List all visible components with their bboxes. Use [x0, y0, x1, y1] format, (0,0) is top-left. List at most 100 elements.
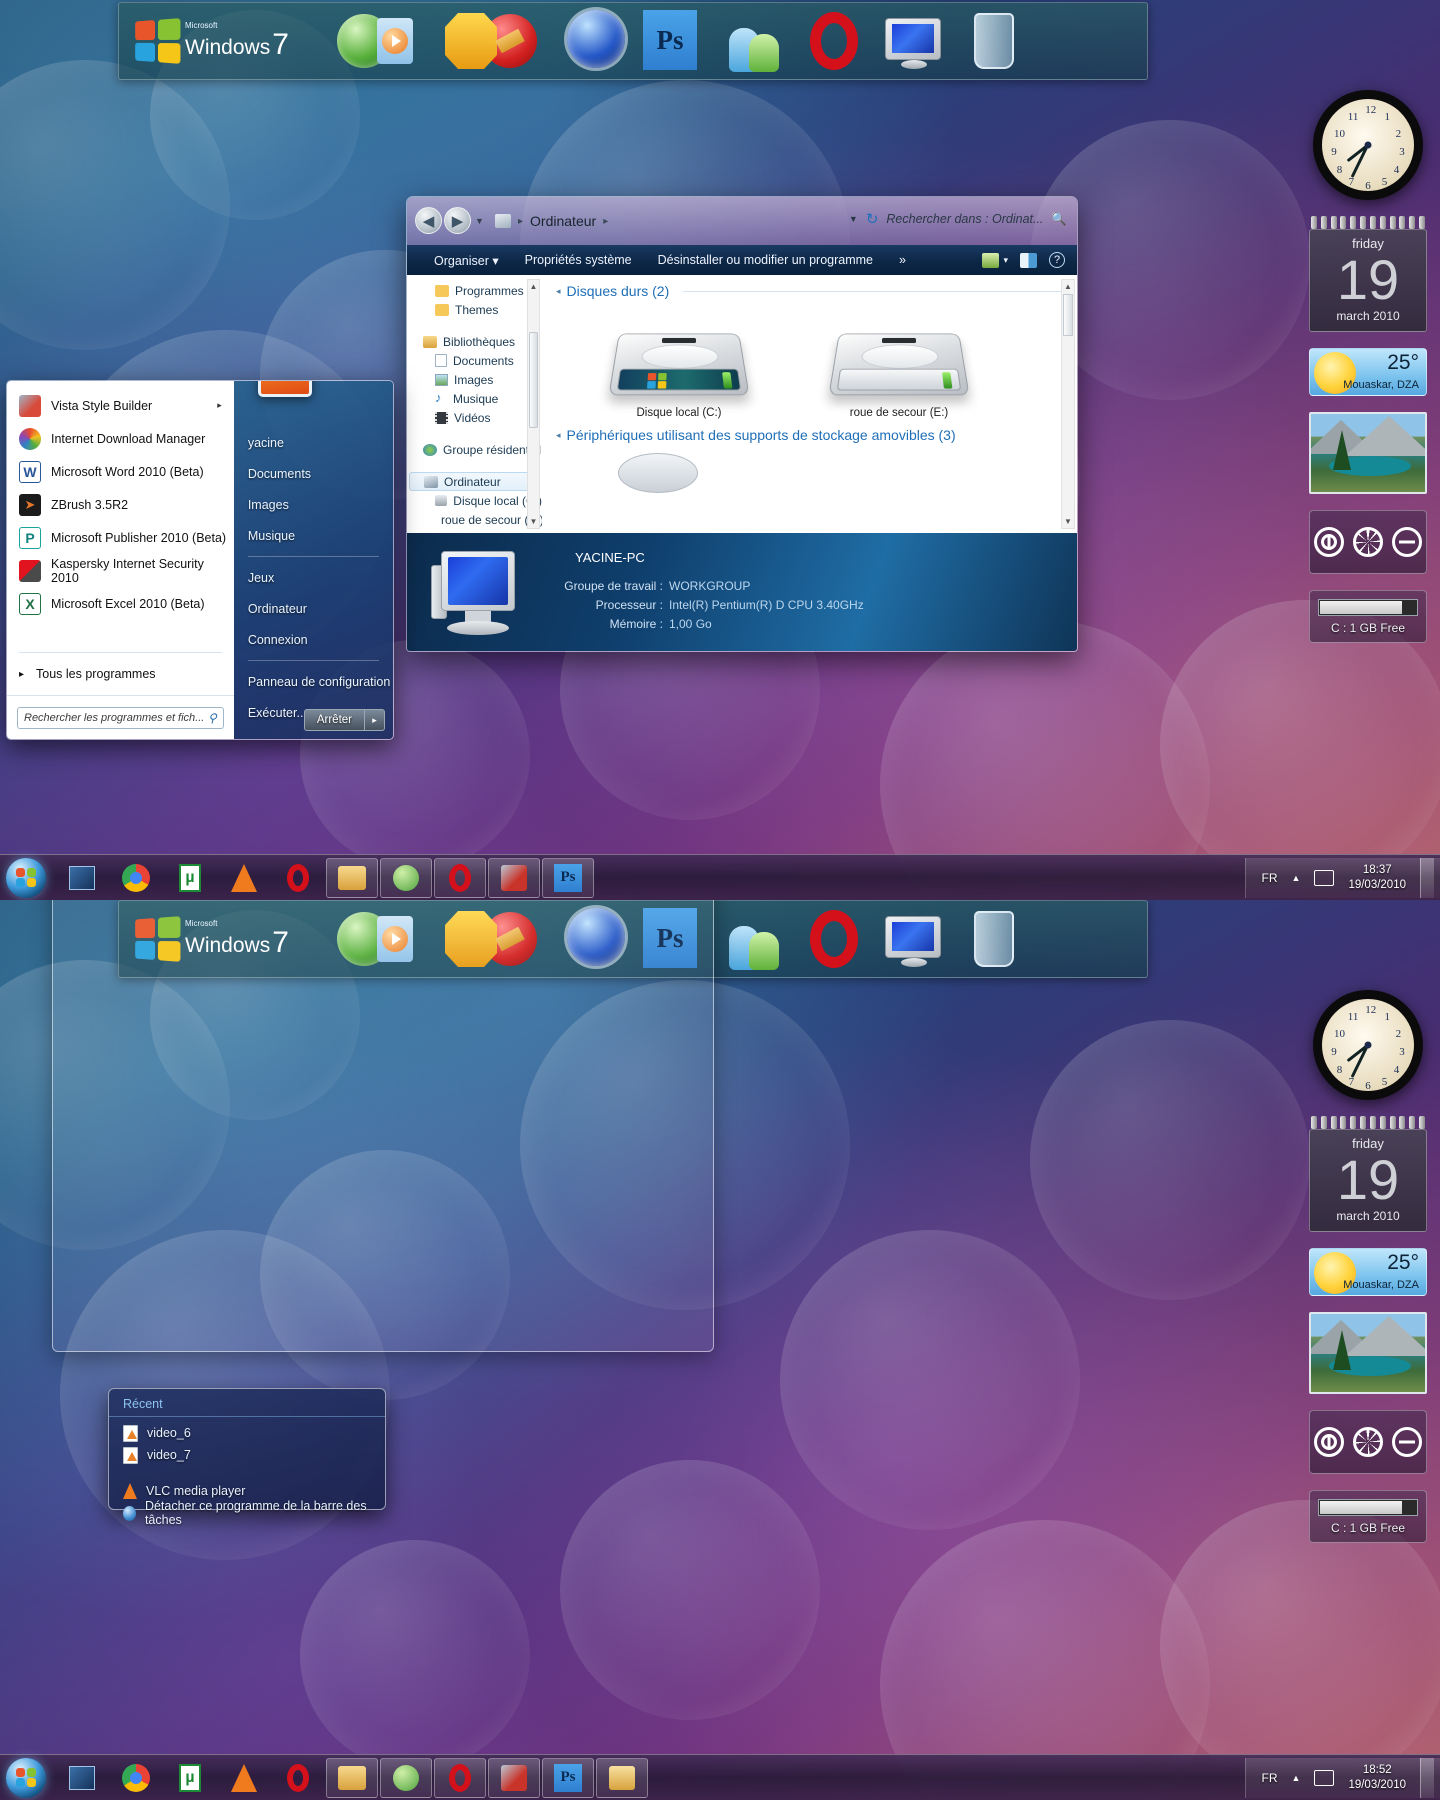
taskbar-item-folder[interactable] [596, 1757, 648, 1798]
transparent-window-frame[interactable] [52, 900, 714, 1352]
content-scrollbar[interactable]: ▲ ▼ [1061, 279, 1075, 529]
scroll-thumb[interactable] [1063, 294, 1073, 336]
clock-gadget[interactable]: 12 1 2 3 4 5 6 7 8 9 10 11 [1313, 90, 1423, 200]
start-item-kaspersky[interactable]: Kaspersky Internet Security 2010 [7, 554, 234, 587]
change-view-icon[interactable] [982, 252, 1000, 268]
search-icon[interactable]: 🔍 [1051, 212, 1067, 227]
breadcrumb-root[interactable]: Ordinateur [530, 213, 596, 229]
taskbar-item-opera[interactable] [272, 1758, 324, 1798]
submenu-arrow-icon[interactable]: ▸ [217, 400, 222, 411]
explorer-navigation-pane[interactable]: Programmes Themes Bibliothèques Document… [407, 275, 544, 533]
calendar-gadget[interactable]: friday 19 march 2010 [1309, 216, 1427, 332]
drive-list[interactable]: Disque local (C:) roue de secour (E:) [556, 299, 1077, 419]
taskbar-jump-list[interactable]: Récent video_6 video_7 VLC media player … [108, 1388, 386, 1527]
eject-icon[interactable] [1391, 527, 1422, 557]
address-right-group[interactable]: ▼ ↻ Rechercher dans : Ordinat... 🔍 [849, 210, 1067, 228]
dock-icon-recycle-bin[interactable] [963, 10, 1025, 72]
system-tray-bottom[interactable]: FR ▲ 18:52 19/03/2010 [1244, 1757, 1440, 1798]
group-header-hard-drives[interactable]: ◂ Disques durs (2) [556, 283, 1077, 299]
breadcrumb[interactable]: ▸ Ordinateur ▸ [495, 209, 608, 233]
taskbar-item-utorrent[interactable]: µ [164, 858, 216, 898]
control-gadget[interactable] [1309, 1410, 1427, 1474]
nav-item-musique[interactable]: ♪ Musique [407, 389, 542, 408]
help-icon[interactable]: ? [1049, 252, 1065, 268]
explorer-window-top[interactable]: ◀ ▶ ▼ ▸ Ordinateur ▸ ▼ ↻ Rechercher dans… [406, 196, 1078, 652]
explorer-content-pane[interactable]: ◂ Disques durs (2) Disque local (C:) rou… [542, 275, 1077, 533]
taskbar-clock[interactable]: 18:52 19/03/2010 [1348, 1763, 1406, 1793]
taskbar-item-opera-window[interactable] [434, 1757, 486, 1798]
system-tray-top[interactable]: FR ▲ 18:37 19/03/2010 [1244, 857, 1440, 898]
start-place-documents[interactable]: Documents [234, 458, 393, 489]
language-indicator[interactable]: FR [1262, 871, 1278, 885]
group-header-removable-devices[interactable]: ◂ Périphériques utilisant des supports d… [556, 427, 1077, 443]
taskbar-clock[interactable]: 18:37 19/03/2010 [1348, 863, 1406, 893]
taskbar-item-utorrent[interactable]: µ [164, 1758, 216, 1798]
taskbar-item-vlc[interactable] [218, 858, 270, 898]
nav-item-roue-de-secour-e[interactable]: roue de secour (E:) [407, 510, 544, 529]
taskbar-item-opera-window[interactable] [434, 857, 486, 898]
search-input[interactable]: Rechercher les programmes et fich... ⚲ [17, 706, 224, 729]
power-icon[interactable] [1314, 527, 1345, 557]
toolbar-overflow-button[interactable]: » [886, 253, 919, 267]
slideshow-gadget[interactable] [1309, 412, 1427, 494]
start-item-microsoft-publisher-2010[interactable]: P Microsoft Publisher 2010 (Beta) [7, 521, 234, 554]
breadcrumb-separator[interactable]: ▸ [603, 216, 608, 227]
show-desktop-button[interactable] [1420, 857, 1434, 898]
dock-icon-windows-live-messenger[interactable] [719, 908, 789, 970]
start-menu-programs-pane[interactable]: Vista Style Builder ▸ Internet Download … [7, 381, 234, 739]
start-place-ordinateur[interactable]: Ordinateur [234, 593, 393, 624]
nav-item-programmes[interactable]: Programmes [407, 281, 542, 300]
navigation-scrollbar[interactable]: ▲ ▼ [527, 279, 540, 529]
taskbar-item-google-chrome[interactable] [110, 858, 162, 898]
start-button[interactable] [0, 1756, 52, 1800]
user-avatar[interactable] [257, 381, 312, 397]
organize-button[interactable]: Organiser ▾ [421, 253, 512, 268]
nav-item-images[interactable]: Images [407, 370, 542, 389]
removable-device-icon[interactable] [618, 453, 698, 493]
dock-icon-computer[interactable] [879, 10, 949, 72]
taskbar-item-windows-flip3d[interactable] [56, 858, 108, 898]
taskbar-top[interactable]: µ Ps FR ▲ 18:37 19/03/2010 [0, 854, 1440, 900]
start-menu-places-pane[interactable]: yacine Documents Images Musique Jeux Ord… [233, 381, 393, 739]
taskbar-item-opera[interactable] [272, 858, 324, 898]
navigation-buttons[interactable]: ◀ ▶ ▼ [415, 207, 484, 234]
shutdown-options-arrow[interactable]: ▸ [365, 709, 385, 731]
back-button[interactable]: ◀ [415, 207, 442, 234]
taskbar-item-windows-flip3d[interactable] [56, 1758, 108, 1798]
taskbar-app-list-bottom[interactable]: µ Ps [52, 1757, 648, 1798]
collapse-triangle-icon[interactable]: ◂ [556, 286, 561, 297]
search-icon[interactable]: ⚲ [208, 711, 217, 725]
taskbar-item-vista-style-builder[interactable] [488, 1757, 540, 1798]
start-place-jeux[interactable]: Jeux [234, 562, 393, 593]
scroll-thumb[interactable] [529, 332, 538, 428]
taskbar-item-vlc[interactable] [218, 1758, 270, 1798]
jump-list-action-unpin[interactable]: Détacher ce programme de la barre des tâ… [109, 1499, 385, 1527]
scroll-up-arrow[interactable]: ▲ [1062, 280, 1074, 293]
preview-pane-icon[interactable] [1020, 252, 1037, 268]
taskbar-item-messenger[interactable] [380, 1757, 432, 1798]
all-programs-button[interactable]: ▸ Tous les programmes [7, 659, 234, 689]
restart-icon[interactable] [1352, 527, 1383, 557]
dock-icon-photoshop[interactable]: Ps [643, 10, 705, 72]
collapse-triangle-icon[interactable]: ◂ [556, 430, 561, 441]
scroll-up-arrow[interactable]: ▲ [528, 280, 539, 293]
network-icon[interactable] [1314, 869, 1335, 886]
show-hidden-icons-button[interactable]: ▲ [1292, 873, 1301, 883]
shutdown-group[interactable]: Arrêter ▸ [303, 709, 385, 731]
start-menu-program-list[interactable]: Vista Style Builder ▸ Internet Download … [7, 381, 234, 620]
start-place-musique[interactable]: Musique [234, 520, 393, 551]
dock-icon-windows-media-player[interactable] [337, 10, 431, 72]
recent-pages-icon[interactable]: ▼ [475, 216, 484, 226]
calendar-gadget[interactable]: friday 19 march 2010 [1309, 1116, 1427, 1232]
dock-icon-opera[interactable] [803, 10, 865, 72]
nav-item-themes[interactable]: Themes [407, 300, 542, 319]
slideshow-gadget[interactable] [1309, 1312, 1427, 1394]
nav-item-disque-local-c[interactable]: Disque local (C:) [407, 491, 542, 510]
nav-item-ordinateur[interactable]: Ordinateur [409, 472, 540, 491]
language-indicator[interactable]: FR [1262, 1771, 1278, 1785]
drive-meter-gadget[interactable]: C : 1 GB Free [1309, 590, 1427, 643]
shutdown-button[interactable]: Arrêter [303, 709, 365, 731]
taskbar-item-messenger[interactable] [380, 857, 432, 898]
nav-item-bibliotheques[interactable]: Bibliothèques [407, 332, 542, 351]
drive-item-c[interactable]: Disque local (C:) [604, 325, 754, 419]
